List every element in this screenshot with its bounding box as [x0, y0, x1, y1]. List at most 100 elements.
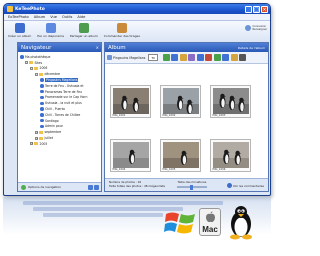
- tree-item-label: décembre: [44, 72, 61, 77]
- photo-thumbnail[interactable]: IMG_1003: [210, 85, 251, 118]
- album-header: Album Détails de l'album: [105, 43, 268, 52]
- photo-caption: IMG_1001: [112, 114, 126, 117]
- album-tool-icon[interactable]: [230, 54, 238, 61]
- minimize-button[interactable]: _: [245, 5, 252, 13]
- folder-icon: [39, 130, 43, 134]
- album-tool-icon[interactable]: [171, 54, 179, 61]
- album-icon: [40, 78, 44, 82]
- navigation-options-label[interactable]: Options de navigation: [28, 185, 61, 189]
- photo-thumbnail[interactable]: IMG_1001: [110, 85, 151, 118]
- photo-size: Taille totale des photos : 48 mégaoctets: [109, 183, 165, 188]
- expand-icon[interactable]: +: [35, 136, 38, 140]
- album-details-label[interactable]: Détails de l'album: [238, 46, 265, 50]
- tree-item-label: Panoramas Terre de Feu: [45, 89, 83, 94]
- thumbnail-size-label: Taille des miniatures: [177, 180, 207, 184]
- album-tool-icon[interactable]: [213, 54, 221, 61]
- album-icon: [40, 124, 44, 129]
- toolbar: Créer un album Par un diaporama Partager…: [4, 21, 270, 42]
- mac-label: Mac: [202, 225, 218, 234]
- album-icon: [40, 89, 44, 94]
- tree-item-label: 2005: [39, 141, 48, 146]
- album-name: Pingouins Magellans: [113, 55, 146, 60]
- photo-caption: IMG_1002: [162, 114, 176, 117]
- sort-button[interactable]: Tri: [148, 54, 158, 61]
- tree-item-label: Pingouins Magellans: [45, 78, 79, 83]
- tree-item-label: 2006: [39, 66, 48, 71]
- album-tools: [162, 54, 247, 61]
- album-tool-icon[interactable]: [239, 54, 247, 61]
- photo-thumbnail[interactable]: IMG_1004: [110, 139, 151, 172]
- tree-item-label: juillet: [44, 136, 54, 141]
- account-area[interactable]: Connexion Renseigner: [245, 25, 267, 31]
- menu-item-tools[interactable]: Outils: [62, 15, 72, 19]
- album-icon: [20, 55, 24, 59]
- folder-icon: [39, 72, 43, 76]
- expand-icon[interactable]: +: [30, 142, 33, 146]
- album-tool-icon[interactable]: [162, 54, 170, 61]
- share-icon: [78, 23, 89, 33]
- navigation-options-icon[interactable]: [21, 184, 26, 190]
- photo-caption: IMG_1006: [212, 168, 226, 171]
- navigator-panel: Navigateur × Ma photothèque - Sites -2006- d…: [17, 42, 102, 192]
- album-icon: [40, 118, 44, 123]
- order-prints-button[interactable]: Commander des tirages: [104, 23, 140, 38]
- menu-item-view[interactable]: Vue: [50, 15, 57, 19]
- menu-item-file[interactable]: EoTeePhoto: [8, 15, 29, 19]
- album-tool-icon[interactable]: [222, 54, 230, 61]
- folder-icon: [34, 142, 38, 146]
- photo-image: [162, 141, 199, 168]
- collapse-icon[interactable]: -: [35, 72, 38, 76]
- photo-image: [212, 141, 249, 168]
- album-icon: [107, 55, 112, 60]
- apple-icon: [206, 211, 215, 223]
- arrow-down-icon[interactable]: [94, 184, 99, 190]
- create-album-button[interactable]: Créer un album: [8, 23, 31, 38]
- album-tool-icon[interactable]: [188, 54, 196, 61]
- share-album-button[interactable]: Partager un album: [70, 23, 98, 38]
- collapse-icon[interactable]: -: [25, 61, 28, 65]
- photo-thumbnail[interactable]: IMG_1002: [160, 85, 201, 118]
- toolbar-label: Créer un album: [8, 34, 32, 38]
- album-icon: [40, 84, 44, 88]
- title-bar: KeTeePhoto _ □ ×: [4, 4, 270, 14]
- toolbar-label: Partager un album: [69, 34, 98, 38]
- album-tool-icon[interactable]: [196, 54, 204, 61]
- photo-image: [112, 87, 149, 114]
- close-button[interactable]: ×: [261, 5, 268, 13]
- user-icon: [245, 25, 252, 31]
- window-title: KeTeePhoto: [15, 6, 45, 12]
- album-tool-icon[interactable]: [179, 54, 187, 61]
- expand-icon[interactable]: +: [35, 130, 38, 134]
- slider-knob[interactable]: [190, 184, 193, 190]
- close-panel-icon[interactable]: ×: [96, 45, 99, 50]
- view-comments-button[interactable]: Voir les commentaires: [226, 183, 264, 188]
- tree-item-label: Sites: [34, 60, 43, 65]
- maximize-button[interactable]: □: [253, 5, 260, 13]
- album-tab-title: Album: [108, 44, 126, 51]
- slideshow-icon: [45, 23, 56, 33]
- album-toolbar: Pingouins Magellans Tri: [105, 52, 268, 64]
- photo-image: [112, 141, 149, 168]
- menu-item-album[interactable]: Album: [34, 15, 46, 19]
- tree-item-label: Santiago: [45, 118, 59, 123]
- tree-item[interactable]: +2005: [18, 141, 101, 147]
- menu-item-help[interactable]: Aide: [77, 15, 85, 19]
- new-album-icon: [14, 23, 25, 33]
- photo-thumbnail[interactable]: IMG_1005: [160, 139, 201, 172]
- collapse-icon[interactable]: -: [30, 66, 33, 70]
- photo-caption: IMG_1004: [112, 168, 126, 171]
- album-panel: Album Détails de l'album Pingouins Magel…: [104, 42, 269, 192]
- navigator-title: Navigateur: [21, 44, 52, 51]
- album-footer: Nombre de photos : 16 Taille totale des …: [105, 178, 268, 191]
- photo-image: [212, 87, 249, 114]
- thumbnail-size-slider[interactable]: [177, 184, 207, 190]
- arrow-up-icon[interactable]: [88, 184, 93, 190]
- photo-thumbnail[interactable]: IMG_1006: [210, 139, 251, 172]
- folder-tree: Ma photothèque - Sites -2006- décembre Pingou…: [18, 52, 101, 147]
- album-tool-icon[interactable]: [205, 54, 213, 61]
- tree-item-label: Promenade sur le Cap Horn: [45, 95, 88, 100]
- slideshow-button[interactable]: Par un diaporama: [37, 23, 64, 38]
- app-window: KeTeePhoto _ □ × EoTeePhoto Album Vue Ou…: [3, 3, 271, 196]
- tree-item-label: Terre de Feu - Ushuaia et: [45, 83, 84, 88]
- tree-item-label: septembre: [44, 130, 62, 135]
